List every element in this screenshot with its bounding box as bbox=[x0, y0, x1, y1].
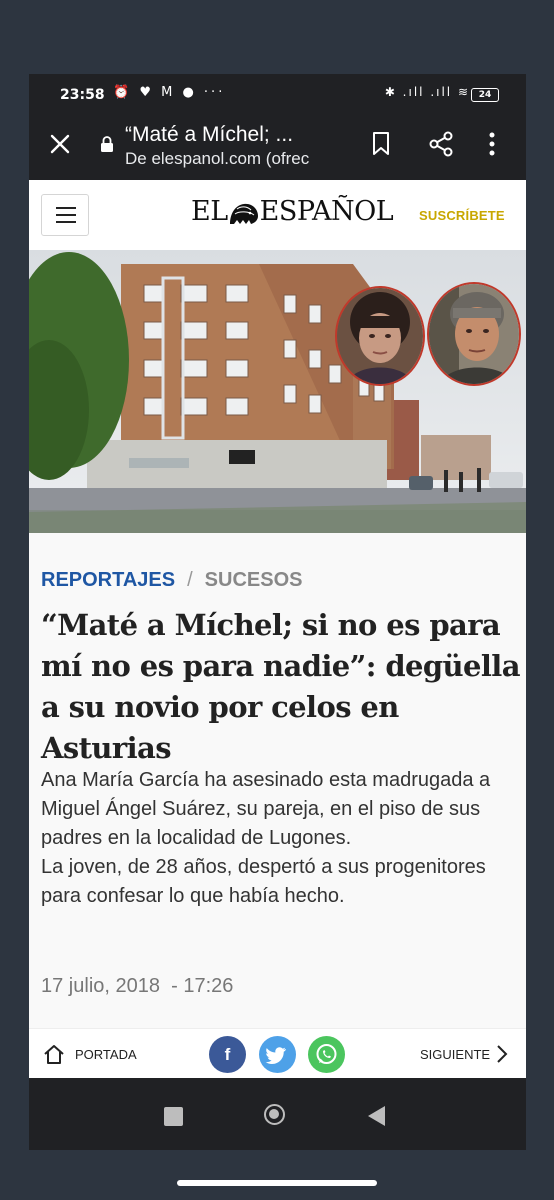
article-headline: “Maté a Míchel; si no es para mí no es p… bbox=[41, 608, 521, 765]
breadcrumb-section[interactable]: REPORTAJES bbox=[41, 569, 175, 591]
twitter-share-button[interactable] bbox=[259, 1036, 296, 1073]
status-time: 23:58 bbox=[60, 87, 105, 103]
victim-portrait-man bbox=[427, 282, 521, 386]
article-date: 17 julio, 2018 - 17:26 bbox=[41, 975, 233, 998]
page-origin[interactable]: De elespanol.com (ofrec bbox=[125, 149, 349, 169]
back-button[interactable] bbox=[368, 1106, 385, 1126]
whatsapp-icon bbox=[316, 1044, 337, 1064]
hamburger-menu-button[interactable] bbox=[41, 194, 89, 236]
more-options-icon[interactable] bbox=[488, 131, 496, 157]
signal-icons: ✱ .ıll .ıll ≋ bbox=[384, 85, 470, 99]
share-icon[interactable] bbox=[428, 131, 454, 157]
bookmark-icon[interactable] bbox=[370, 131, 392, 157]
facebook-share-button[interactable]: f bbox=[209, 1036, 246, 1073]
lion-icon bbox=[229, 203, 258, 224]
article-body: REPORTAJES / SUCESOS “Maté a Míchel; si no… bbox=[29, 533, 526, 1078]
home-icon bbox=[44, 1045, 64, 1064]
site-logo[interactable]: EL ESPAÑOL bbox=[191, 196, 394, 227]
article-lead: Ana María García ha asesinado esta madru… bbox=[41, 766, 516, 911]
facebook-icon: f bbox=[224, 1045, 231, 1064]
battery-icon: 24 bbox=[471, 88, 499, 102]
subscribe-link[interactable]: SUSCRÍBETE bbox=[419, 208, 505, 223]
notification-icons: ⏰ ♥ M ● ··· bbox=[113, 85, 226, 100]
victim-portrait-woman bbox=[335, 286, 425, 386]
article-hero-image bbox=[29, 250, 526, 533]
phone-screen: 23:58 ⏰ ♥ M ● ··· ✱ .ıll .ıll ≋ 24 “Maté… bbox=[29, 74, 526, 1150]
logo-text-espanol: ESPAÑOL bbox=[259, 196, 394, 227]
breadcrumb-subsection[interactable]: SUCESOS bbox=[205, 569, 303, 591]
next-article-link[interactable]: SIGUIENTE bbox=[420, 1047, 490, 1062]
web-page: EL ESPAÑOL SUSCRÍBETE REPORTAJES / SUCES… bbox=[29, 180, 526, 1078]
whatsapp-share-button[interactable] bbox=[308, 1036, 345, 1073]
home-link-label: PORTADA bbox=[75, 1047, 137, 1062]
breadcrumb: REPORTAJES / SUCESOS bbox=[41, 569, 302, 592]
chevron-right-icon[interactable] bbox=[496, 1044, 508, 1064]
close-icon[interactable] bbox=[49, 133, 71, 155]
recents-button[interactable] bbox=[164, 1107, 183, 1126]
lead-paragraph-1: Ana María García ha asesinado esta madru… bbox=[41, 769, 491, 849]
site-header: EL ESPAÑOL SUSCRÍBETE bbox=[29, 180, 526, 250]
publish-time: - 17:26 bbox=[171, 975, 234, 997]
lock-icon bbox=[101, 136, 113, 152]
article-bottom-bar: PORTADA f SIGUIENTE bbox=[29, 1028, 526, 1078]
custom-tab-toolbar: “Maté a Míchel; ... De elespanol.com (of… bbox=[29, 116, 526, 180]
home-button[interactable] bbox=[264, 1104, 285, 1125]
page-title[interactable]: “Maté a Míchel; ... bbox=[125, 123, 349, 147]
publish-date: 17 julio, 2018 bbox=[41, 975, 160, 997]
home-indicator[interactable] bbox=[177, 1180, 377, 1186]
breadcrumb-separator: / bbox=[187, 569, 193, 591]
system-navigation-bar bbox=[29, 1078, 526, 1150]
lead-paragraph-2: La joven, de 28 años, despertó a sus pro… bbox=[41, 856, 486, 907]
status-bar: 23:58 ⏰ ♥ M ● ··· ✱ .ıll .ıll ≋ 24 bbox=[29, 74, 526, 116]
twitter-icon bbox=[265, 1047, 286, 1064]
logo-text-el: EL bbox=[191, 196, 228, 227]
